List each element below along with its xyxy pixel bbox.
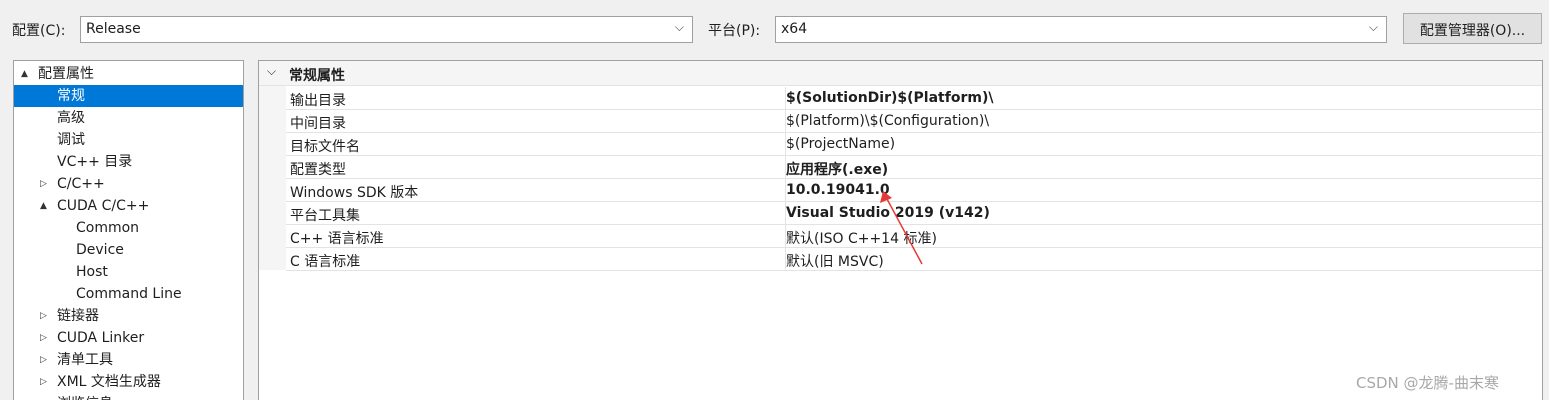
tree-item-label: 常规	[57, 88, 85, 104]
tree-item-label: Device	[76, 242, 124, 258]
property-value[interactable]: 10.0.19041.0	[786, 179, 890, 201]
configuration-manager-button[interactable]: 配置管理器(O)...	[1403, 13, 1542, 44]
tree-item-label: 清单工具	[57, 352, 113, 368]
property-value[interactable]: 默认(ISO C++14 标准)	[786, 225, 937, 247]
config-value: Release	[86, 21, 141, 37]
tree-item-label: CUDA Linker	[57, 330, 145, 346]
property-row[interactable]: C++ 语言标准 默认(ISO C++14 标准)	[286, 225, 1542, 248]
tree-item-label: 链接器	[57, 308, 99, 324]
property-value[interactable]: $(ProjectName)	[786, 133, 895, 155]
collapsed-caret-icon[interactable]: ▷	[40, 305, 47, 327]
tree-item[interactable]: ▷ CUDA Linker	[14, 327, 243, 349]
grid-gutter	[259, 86, 286, 270]
tree-item[interactable]: Host	[14, 261, 243, 283]
toolbar: 配置(C): Release ⌵ 平台(P): x64 ⌵ 配置管理器(O)..…	[0, 0, 1549, 58]
property-row[interactable]: 目标文件名 $(ProjectName)	[286, 133, 1542, 156]
platform-value: x64	[781, 21, 808, 37]
property-name: 目标文件名	[286, 133, 786, 155]
tree-item[interactable]: 调试	[14, 129, 243, 151]
tree-item-label: 配置属性	[38, 66, 94, 82]
section-title: 常规属性	[289, 68, 345, 84]
collapsed-caret-icon[interactable]: ▷	[40, 349, 47, 371]
tree-item-label: C/C++	[57, 176, 105, 192]
collapsed-caret-icon[interactable]: ▷	[40, 371, 47, 393]
property-name: 平台工具集	[286, 202, 786, 224]
tree-item-label: CUDA C/C++	[57, 198, 150, 214]
platform-label: 平台(P):	[708, 23, 761, 39]
tree-item[interactable]: ▷ XML 文档生成器	[14, 371, 243, 393]
tree-item[interactable]: Common	[14, 217, 243, 239]
tree-item[interactable]: 高级	[14, 107, 243, 129]
watermark: CSDN @龙腾-曲末寒	[1356, 374, 1499, 392]
platform-combo[interactable]: x64 ⌵	[775, 16, 1387, 43]
tree-item[interactable]: Device	[14, 239, 243, 261]
section-header[interactable]: ⌵ 常规属性	[259, 61, 1542, 86]
tree-item-label: Host	[76, 264, 108, 280]
tree-item[interactable]: ▲ CUDA C/C++	[14, 195, 243, 217]
property-row[interactable]: 平台工具集 Visual Studio 2019 (v142)	[286, 202, 1542, 225]
chevron-down-icon[interactable]: ⌵	[267, 64, 276, 79]
property-row[interactable]: 中间目录 $(Platform)\$(Configuration)\	[286, 110, 1542, 133]
tree-item-label: 浏览信息	[57, 393, 113, 400]
property-value[interactable]: 默认(旧 MSVC)	[786, 248, 884, 270]
expanded-caret-icon[interactable]: ▲	[21, 63, 28, 85]
property-name: 输出目录	[286, 87, 786, 109]
tree-item[interactable]: ▷ 浏览信息	[14, 393, 243, 400]
property-row[interactable]: Windows SDK 版本 10.0.19041.0	[286, 179, 1542, 202]
property-value[interactable]: $(Platform)\$(Configuration)\	[786, 110, 989, 132]
config-combo[interactable]: Release ⌵	[80, 16, 693, 43]
tree-item[interactable]: Command Line	[14, 283, 243, 305]
tree-item-label: 高级	[57, 110, 85, 126]
tree-item-label: Command Line	[76, 286, 182, 302]
tree-item[interactable]: ▷ C/C++	[14, 173, 243, 195]
property-name: 中间目录	[286, 110, 786, 132]
collapsed-caret-icon[interactable]: ▷	[40, 173, 47, 195]
tree-item-label: XML 文档生成器	[57, 374, 161, 390]
tree-item[interactable]: ▷ 链接器	[14, 305, 243, 327]
property-row[interactable]: C 语言标准 默认(旧 MSVC)	[286, 248, 1542, 271]
property-name: 配置类型	[286, 156, 786, 178]
tree-item[interactable]: ▲ 配置属性	[14, 63, 243, 85]
property-tree[interactable]: ▲ 配置属性常规高级调试 VC++ 目录 ▷ C/C++ ▲ CUDA C/C++ Commo…	[13, 60, 244, 400]
chevron-down-icon: ⌵	[674, 20, 684, 34]
collapsed-caret-icon[interactable]: ▷	[40, 327, 47, 349]
property-name: C++ 语言标准	[286, 225, 786, 247]
collapsed-caret-icon[interactable]: ▷	[40, 393, 47, 400]
property-grid: ⌵ 常规属性 输出目录 $(SolutionDir)$(Platform)\ 中间目…	[258, 60, 1543, 400]
property-row[interactable]: 输出目录 $(SolutionDir)$(Platform)\	[286, 87, 1542, 110]
property-value[interactable]: 应用程序(.exe)	[786, 156, 888, 178]
tree-item[interactable]: ▷ 清单工具	[14, 349, 243, 371]
tree-item[interactable]: 常规	[14, 85, 243, 107]
property-row[interactable]: 配置类型 应用程序(.exe)	[286, 156, 1542, 179]
tree-item-label: VC++ 目录	[57, 154, 133, 170]
expanded-caret-icon[interactable]: ▲	[40, 195, 47, 217]
property-value[interactable]: $(SolutionDir)$(Platform)\	[786, 87, 993, 109]
property-name: Windows SDK 版本	[286, 179, 786, 201]
chevron-down-icon: ⌵	[1368, 20, 1378, 34]
property-name: C 语言标准	[286, 248, 786, 270]
tree-item[interactable]: VC++ 目录	[14, 151, 243, 173]
property-value[interactable]: Visual Studio 2019 (v142)	[786, 202, 990, 224]
tree-item-label: 调试	[57, 132, 85, 148]
tree-item-label: Common	[76, 220, 140, 236]
config-label: 配置(C):	[12, 23, 66, 39]
